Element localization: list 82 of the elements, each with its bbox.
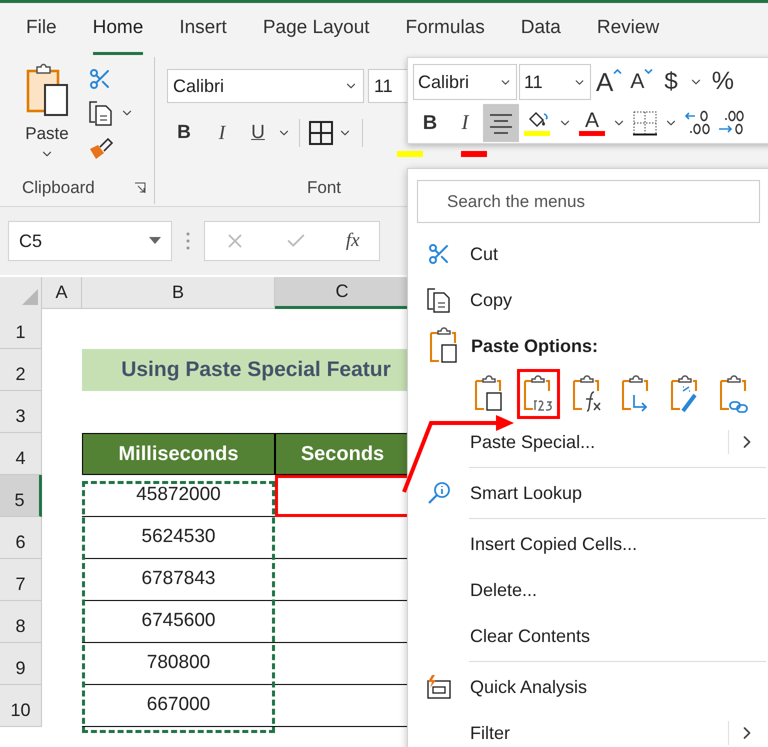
- italic-button[interactable]: I: [448, 104, 482, 142]
- table-cell: 780800: [82, 643, 275, 685]
- copy-icon[interactable]: [88, 99, 114, 127]
- table-cell: 5624530: [82, 517, 275, 559]
- up-caret-icon: [613, 69, 622, 74]
- ribbon-tab[interactable]: Formulas: [406, 11, 485, 55]
- font-size-field[interactable]: 11: [519, 64, 591, 100]
- row-header[interactable]: 8: [0, 601, 42, 643]
- row-header[interactable]: 2: [0, 349, 42, 391]
- shrink-font-button[interactable]: A: [627, 63, 656, 101]
- table-cell: 6787843: [82, 559, 275, 601]
- grow-font-button[interactable]: A: [593, 63, 626, 101]
- bold-button[interactable]: B: [167, 118, 201, 148]
- column-header[interactable]: B: [82, 277, 275, 309]
- smart-lookup-icon: [426, 480, 452, 506]
- paste-icon: [24, 63, 70, 119]
- bold-button[interactable]: B: [413, 104, 447, 142]
- menu-item[interactable]: Insert Copied Cells...: [408, 521, 768, 567]
- row-header[interactable]: 7: [0, 559, 42, 601]
- menu-item[interactable]: Copy: [408, 277, 768, 323]
- cut-icon: [427, 242, 451, 266]
- font-color-button[interactable]: A: [576, 104, 608, 142]
- color-bar: [524, 130, 550, 136]
- section-header: Paste Options:: [471, 334, 598, 358]
- row-header[interactable]: 6: [0, 517, 42, 559]
- currency-button[interactable]: $: [658, 63, 684, 101]
- menu-item[interactable]: Smart Lookup: [408, 470, 768, 516]
- row-header[interactable]: 10: [0, 685, 42, 727]
- paste-option-button[interactable]: [517, 369, 560, 419]
- menu-item[interactable]: Cut: [408, 231, 768, 277]
- center-align-icon: [488, 111, 514, 135]
- format-painter-icon[interactable]: [88, 135, 116, 161]
- ribbon-tab[interactable]: File: [26, 11, 57, 55]
- column-header[interactable]: C: [275, 277, 410, 309]
- quick-analysis-icon: [425, 674, 453, 700]
- group-label: Clipboard: [22, 177, 95, 200]
- font-color-icon[interactable]: [461, 151, 487, 157]
- increase-decimal-icon: [717, 110, 745, 136]
- insert-function-button[interactable]: fx: [346, 226, 360, 256]
- menu-item[interactable]: Paste Special...: [408, 419, 768, 465]
- table-cell: 45872000: [82, 475, 275, 517]
- italic-button[interactable]: I: [205, 118, 239, 148]
- search-field[interactable]: Search the menus: [417, 180, 760, 223]
- dropdown-arrow-icon: [149, 237, 161, 245]
- title-cell: Using Paste Special Featur: [82, 349, 410, 391]
- paste-button[interactable]: Paste: [20, 63, 74, 172]
- copy-icon: [426, 286, 452, 314]
- ribbon-tab[interactable]: Insert: [179, 11, 227, 55]
- row-header[interactable]: 1: [0, 307, 42, 349]
- group-label: Font: [307, 177, 342, 199]
- font-name-field[interactable]: Calibri: [413, 64, 517, 100]
- menu-item[interactable]: Quick Analysis: [408, 664, 768, 710]
- down-caret-icon: [644, 69, 654, 74]
- ribbon-tab[interactable]: Review: [596, 11, 660, 55]
- table-cell: 6745600: [82, 601, 275, 643]
- menu-item[interactable]: Clear Contents: [408, 613, 768, 659]
- row-header[interactable]: 4: [0, 433, 42, 475]
- header-cell: Seconds: [275, 433, 410, 475]
- name-box[interactable]: C5: [8, 221, 172, 261]
- fill-color-icon[interactable]: [397, 151, 423, 157]
- row-header[interactable]: 3: [0, 391, 42, 433]
- percent-button[interactable]: %: [708, 63, 738, 101]
- decrease-decimal-icon: [684, 110, 712, 136]
- row-header[interactable]: 5: [0, 475, 42, 517]
- borders-icon: [632, 110, 658, 136]
- row-header[interactable]: 9: [0, 643, 42, 685]
- menu-item[interactable]: Filter: [408, 710, 768, 747]
- center-align-button[interactable]: [483, 104, 519, 142]
- ribbon-tab[interactable]: Page Layout: [262, 11, 370, 55]
- color-bar: [579, 131, 605, 136]
- cut-icon[interactable]: [88, 67, 112, 91]
- font-size-field[interactable]: 11: [368, 69, 408, 103]
- menu-item[interactable]: Delete...: [408, 567, 768, 613]
- grip-icon: [186, 231, 190, 251]
- dialog-launcher-icon[interactable]: [134, 182, 146, 194]
- underline-button[interactable]: U: [243, 118, 273, 148]
- header-cell: Milliseconds: [82, 433, 275, 475]
- ribbon-tab[interactable]: Data: [520, 11, 561, 55]
- column-header[interactable]: A: [42, 277, 82, 309]
- table-cell: 667000: [82, 685, 275, 727]
- font-name-field[interactable]: Calibri: [167, 69, 364, 103]
- borders-icon[interactable]: [308, 120, 334, 146]
